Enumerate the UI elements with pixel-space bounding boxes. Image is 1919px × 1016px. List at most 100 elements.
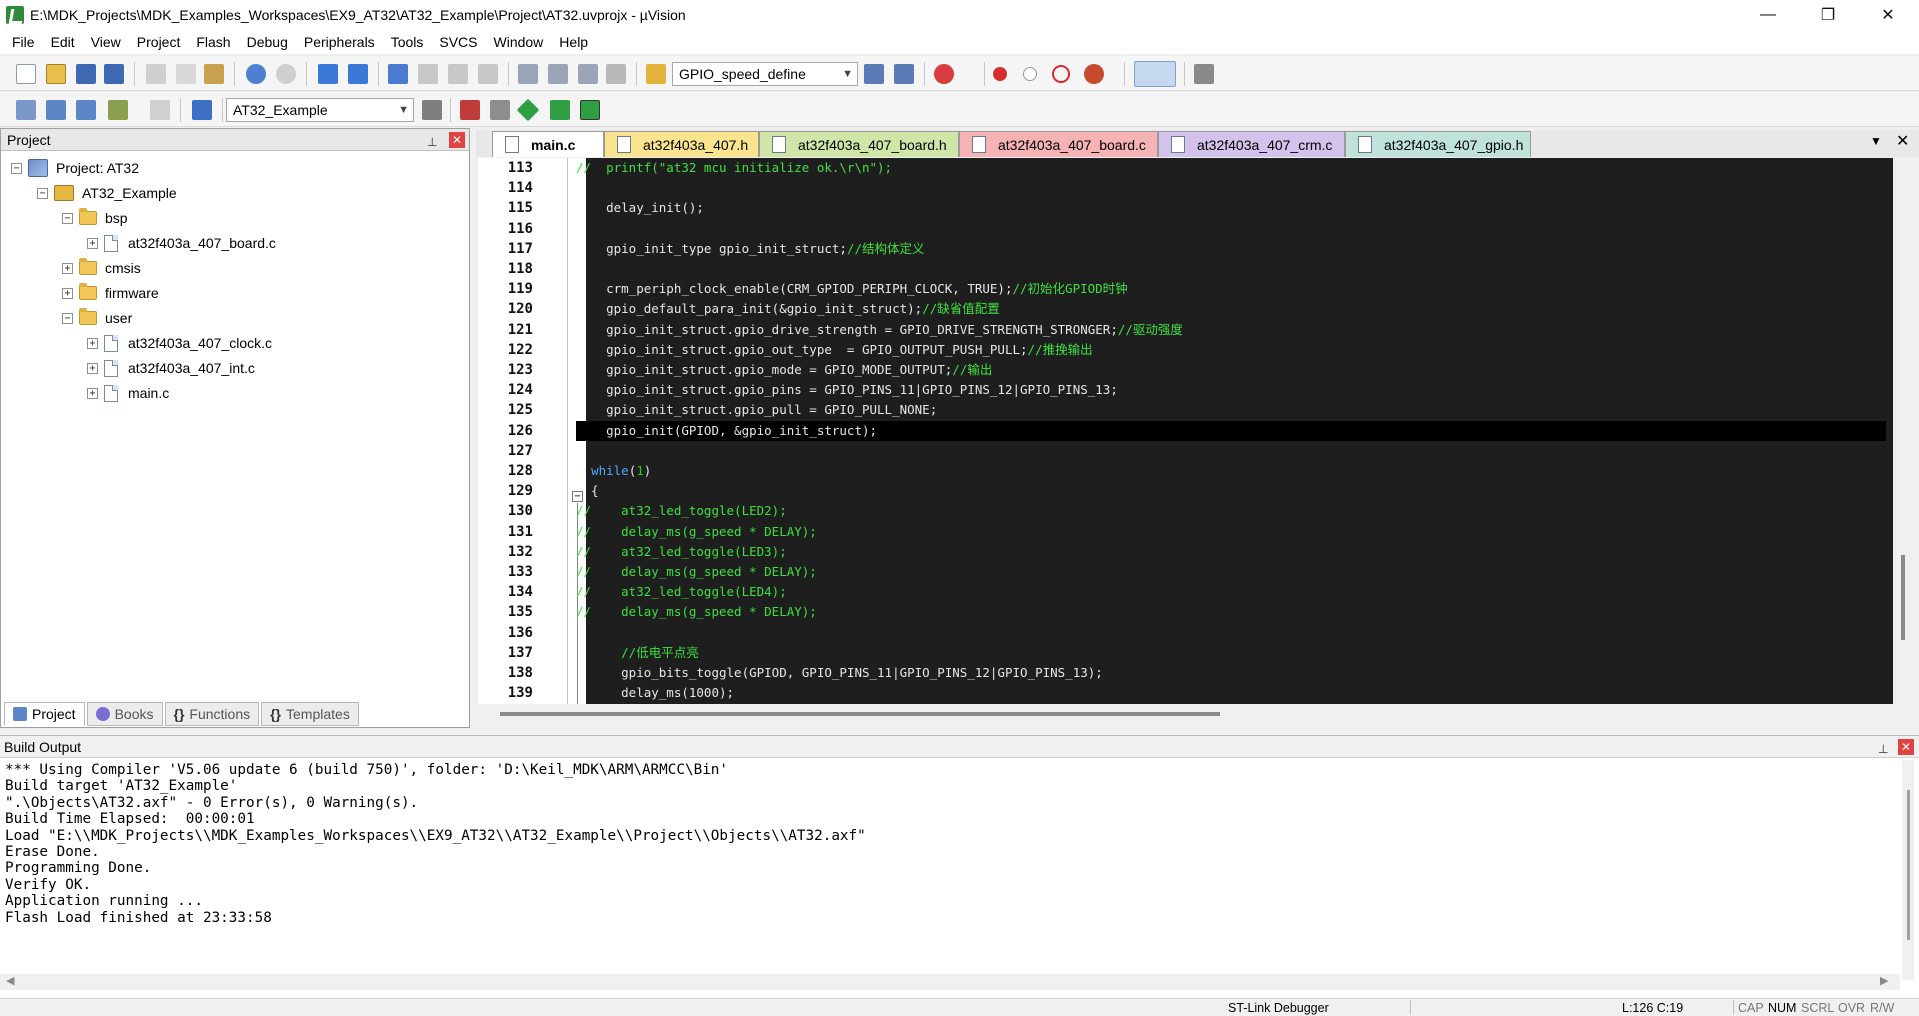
menu-tools[interactable]: Tools <box>383 30 432 54</box>
menu-window[interactable]: Window <box>486 30 552 54</box>
build-output-vertical-scrollbar[interactable] <box>1902 760 1914 980</box>
editor-tab-at32f403a-407-h[interactable]: at32f403a_407.h <box>604 131 759 157</box>
close-tab-icon[interactable]: ✕ <box>1896 131 1909 151</box>
find-in-files-icon[interactable] <box>646 64 666 84</box>
tree-item-file[interactable]: + main.c <box>87 382 169 404</box>
code-line[interactable]: gpio_init_struct.gpio_pull = GPIO_PULL_N… <box>576 400 937 420</box>
scroll-right-icon[interactable]: ▶ <box>1880 974 1888 987</box>
build-output-horizontal-scrollbar[interactable]: ◀ ▶ <box>0 974 1900 990</box>
tree-item-file[interactable]: + at32f403a_407_clock.c <box>87 332 272 354</box>
paste-icon[interactable] <box>204 64 224 84</box>
maximize-button[interactable]: ❐ <box>1800 0 1856 30</box>
manage-rte-icon[interactable] <box>516 98 540 122</box>
prev-bookmark-icon[interactable] <box>418 64 438 84</box>
tree-item-target[interactable]: − AT32_Example <box>37 182 177 204</box>
collapse-toggle[interactable]: − <box>62 312 73 324</box>
translate-icon[interactable] <box>16 100 36 120</box>
manage-project-items-icon[interactable] <box>460 100 480 120</box>
disable-all-breakpoints-icon[interactable] <box>1052 65 1070 83</box>
menu-project[interactable]: Project <box>129 30 189 54</box>
editor-tab-board-c[interactable]: at32f403a_407_board.c <box>959 131 1158 157</box>
target-options-icon[interactable] <box>422 100 442 120</box>
code-line[interactable]: gpio_init_struct.gpio_drive_strength = G… <box>576 320 1183 340</box>
editor-horizontal-scrollbar[interactable] <box>478 704 1893 724</box>
tab-templates[interactable]: {} Templates <box>261 702 359 726</box>
code-line[interactable]: gpio_init_type gpio_init_struct;//结构体定义 <box>576 239 924 259</box>
editor-tab-board-h[interactable]: at32f403a_407_board.h <box>759 131 959 157</box>
current-code-line[interactable]: gpio_init(GPIOD, &gpio_init_struct); <box>576 420 1886 441</box>
code-editor[interactable]: 113 114 115 116 117 118 119 120 121 122 123 124 125 1… <box>478 158 1893 704</box>
comment-icon[interactable] <box>578 64 598 84</box>
tab-books[interactable]: Books <box>86 702 163 726</box>
menu-file[interactable]: File <box>4 30 43 54</box>
code-line[interactable]: // delay_ms(g_speed * DELAY); <box>576 562 817 582</box>
tree-item-folder-firmware[interactable]: + firmware <box>62 282 159 304</box>
menu-peripherals[interactable]: Peripherals <box>296 30 383 54</box>
close-panel-button[interactable]: ✕ <box>1898 739 1914 755</box>
find-icon[interactable] <box>864 64 884 84</box>
code-line[interactable]: gpio_default_para_init(&gpio_init_struct… <box>576 299 1000 319</box>
select-packs-icon[interactable] <box>490 100 510 120</box>
expand-toggle[interactable]: + <box>87 387 98 399</box>
scroll-left-icon[interactable]: ◀ <box>6 974 14 987</box>
indent-icon[interactable] <box>518 64 538 84</box>
menu-help[interactable]: Help <box>551 30 596 54</box>
editor-tab-gpio-h[interactable]: at32f403a_407_gpio.h <box>1345 131 1531 157</box>
editor-tab-main-c[interactable]: main.c <box>492 131 604 157</box>
code-line[interactable]: crm_periph_clock_enable(CRM_GPIOD_PERIPH… <box>576 279 1128 299</box>
tree-item-project[interactable]: − Project: AT32 <box>11 157 139 179</box>
code-line[interactable]: // delay_ms(g_speed * DELAY); <box>576 602 817 622</box>
collapse-toggle[interactable]: − <box>37 187 48 199</box>
navigate-back-icon[interactable] <box>318 64 338 84</box>
save-all-icon[interactable] <box>104 64 124 84</box>
code-line[interactable]: gpio_init_struct.gpio_pins = GPIO_PINS_1… <box>576 380 1118 400</box>
code-line[interactable]: //低电平点亮 <box>576 643 699 663</box>
stop-build-icon[interactable] <box>150 100 170 120</box>
disable-breakpoint-icon[interactable] <box>1023 67 1037 81</box>
download-icon[interactable] <box>192 100 212 120</box>
navigate-forward-icon[interactable] <box>348 64 368 84</box>
code-line[interactable]: delay_init(); <box>576 198 704 218</box>
tree-item-file[interactable]: + at32f403a_407_board.c <box>87 232 276 254</box>
code-line[interactable]: while(1) <box>576 461 651 481</box>
editor-vertical-scrollbar[interactable] <box>1898 160 1908 700</box>
clear-bookmarks-icon[interactable] <box>478 64 498 84</box>
unindent-icon[interactable] <box>548 64 568 84</box>
kill-all-breakpoints-icon[interactable] <box>1084 64 1104 84</box>
code-line[interactable]: // at32_led_toggle(LED3); <box>576 542 787 562</box>
menu-flash[interactable]: Flash <box>188 30 238 54</box>
tab-project[interactable]: Project <box>4 702 85 726</box>
menu-edit[interactable]: Edit <box>43 30 83 54</box>
expand-toggle[interactable]: + <box>87 337 98 349</box>
chevron-down-icon[interactable]: ▼ <box>842 63 853 85</box>
tree-item-file[interactable]: + at32f403a_407_int.c <box>87 357 255 379</box>
code-line[interactable]: gpio_init_struct.gpio_out_type = GPIO_OU… <box>576 340 1093 360</box>
pin-icon[interactable]: ⊥ <box>427 131 437 153</box>
close-window-button[interactable]: ✕ <box>1860 0 1916 30</box>
editor-tab-crm-c[interactable]: at32f403a_407_crm.c <box>1158 131 1345 157</box>
uncomment-icon[interactable] <box>606 64 626 84</box>
target-combo[interactable]: AT32_Example ▼ <box>226 98 414 122</box>
code-line[interactable]: gpio_init_struct.gpio_mode = GPIO_MODE_O… <box>576 360 992 380</box>
close-panel-button[interactable]: ✕ <box>449 132 465 148</box>
undo-icon[interactable] <box>246 64 266 84</box>
debug-session-icon[interactable] <box>934 64 954 84</box>
menu-debug[interactable]: Debug <box>239 30 296 54</box>
tree-item-folder-user[interactable]: − user <box>62 307 132 329</box>
menu-view[interactable]: View <box>83 30 129 54</box>
code-line[interactable]: { <box>576 481 599 501</box>
pack-installer-icon[interactable] <box>550 100 570 120</box>
replace-icon[interactable] <box>894 64 914 84</box>
configure-icon[interactable] <box>1194 64 1214 84</box>
open-file-icon[interactable] <box>46 64 66 84</box>
rebuild-icon[interactable] <box>76 100 96 120</box>
copy-icon[interactable] <box>176 64 196 84</box>
tree-item-folder-bsp[interactable]: − bsp <box>62 207 128 229</box>
tree-item-folder-cmsis[interactable]: + cmsis <box>62 257 141 279</box>
new-file-icon[interactable] <box>16 64 36 84</box>
code-line[interactable]: // delay_ms(g_speed * DELAY); <box>576 522 817 542</box>
chevron-down-icon[interactable]: ▼ <box>398 99 409 121</box>
software-components-icon[interactable] <box>580 100 600 120</box>
pin-icon[interactable]: ⊥ <box>1878 738 1888 760</box>
window-layout-icon[interactable] <box>1134 61 1176 87</box>
